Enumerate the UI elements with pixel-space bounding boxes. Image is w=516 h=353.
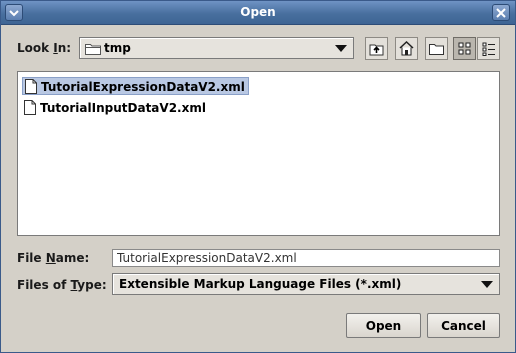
- files-of-type-label: Files of Type:: [17, 278, 107, 292]
- new-folder-button[interactable]: [425, 37, 448, 60]
- dropdown-arrow-icon: [335, 45, 347, 52]
- list-view-icon: [458, 42, 471, 55]
- dropdown-arrow-icon: [481, 281, 493, 288]
- files-of-type-combo[interactable]: Extensible Markup Language Files (*.xml): [112, 273, 500, 295]
- title-bar[interactable]: Open: [1, 1, 515, 25]
- look-in-label: Look In:: [17, 41, 72, 55]
- up-one-level-button[interactable]: [365, 37, 388, 60]
- folder-icon: [85, 44, 101, 55]
- file-list[interactable]: TutorialExpressionDataV2.xml TutorialInp…: [17, 71, 500, 236]
- new-folder-icon: [429, 44, 444, 55]
- open-button[interactable]: Open: [346, 313, 421, 338]
- open-dialog: Open Look In: tmp TutorialExpressionData…: [0, 0, 516, 353]
- file-name-text: TutorialExpressionDataV2.xml: [41, 79, 245, 94]
- look-in-value: tmp: [104, 41, 131, 55]
- close-icon: [496, 7, 506, 18]
- up-folder-icon: [369, 44, 384, 55]
- file-name-field-wrapper: [112, 249, 500, 267]
- home-button[interactable]: [395, 37, 418, 60]
- details-view-icon: [482, 42, 495, 56]
- file-name-input[interactable]: [113, 250, 499, 266]
- file-name-label: File Name:: [17, 251, 90, 265]
- details-view-button[interactable]: [477, 37, 500, 60]
- cancel-button[interactable]: Cancel: [427, 313, 500, 338]
- file-icon: [24, 100, 36, 115]
- list-view-button[interactable]: [453, 37, 476, 60]
- file-icon: [25, 79, 37, 94]
- files-of-type-value: Extensible Markup Language Files (*.xml): [119, 277, 402, 291]
- window-title: Open: [240, 5, 276, 19]
- look-in-combo[interactable]: tmp: [79, 37, 354, 59]
- file-item-tutorialinputdatav2[interactable]: TutorialInputDataV2.xml: [22, 98, 209, 116]
- file-item-tutorialexpressiondatav2[interactable]: TutorialExpressionDataV2.xml: [22, 77, 249, 95]
- close-button[interactable]: [492, 4, 510, 21]
- file-name-text: TutorialInputDataV2.xml: [40, 100, 206, 115]
- home-icon: [399, 41, 414, 56]
